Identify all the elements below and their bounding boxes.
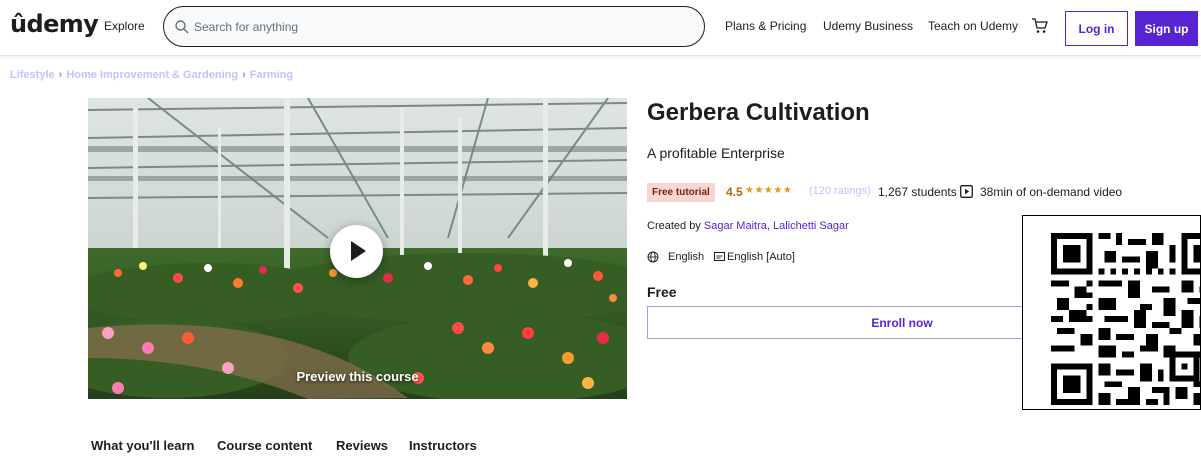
video-icon: [960, 185, 973, 198]
created-by-prefix: Created by: [647, 220, 701, 232]
video-duration: 38min of on-demand video: [980, 185, 1123, 199]
nav-plans-pricing[interactable]: Plans & Pricing: [725, 19, 806, 33]
cart-icon[interactable]: [1031, 17, 1049, 35]
closed-captions-icon: [714, 252, 725, 261]
search-input[interactable]: [194, 17, 674, 37]
created-by: Created by Sagar Maitra, Lalichetti Saga…: [647, 220, 849, 232]
breadcrumb-lifestyle[interactable]: Lifestyle: [10, 69, 55, 81]
tab-what-youll-learn[interactable]: What you'll learn: [91, 438, 195, 453]
tab-course-content[interactable]: Course content: [217, 438, 312, 453]
search-bar[interactable]: [163, 6, 705, 47]
caption-language: English [Auto]: [727, 251, 795, 263]
play-button[interactable]: [330, 225, 383, 278]
preview-course-label[interactable]: Preview this course: [88, 369, 627, 384]
breadcrumb: Lifestyle › Home Improvement & Gardening › F…: [10, 69, 293, 81]
tab-instructors[interactable]: Instructors: [409, 438, 477, 453]
course-title: Gerbera Cultivation: [647, 99, 870, 126]
chevron-right-icon: ›: [58, 69, 63, 81]
course-subtitle: A profitable Enterprise: [647, 145, 785, 161]
udemy-logo[interactable]: ûdemy: [10, 10, 99, 38]
top-navbar: ûdemy Explore Plans & Pricing Udemy Busi…: [0, 0, 1201, 56]
signup-button[interactable]: Sign up: [1135, 11, 1198, 46]
ratings-count-link[interactable]: (120 ratings): [809, 185, 871, 197]
search-icon[interactable]: [174, 19, 190, 35]
nav-teach-on-udemy[interactable]: Teach on Udemy: [928, 19, 1018, 33]
breadcrumb-home-improvement[interactable]: Home Improvement & Gardening: [66, 69, 238, 81]
rating-value: 4.5: [726, 185, 743, 199]
login-button[interactable]: Log in: [1065, 11, 1128, 46]
course-price: Free: [647, 284, 677, 300]
students-count: 1,267 students: [878, 185, 957, 199]
explore-link[interactable]: Explore: [104, 19, 145, 33]
globe-icon: [647, 251, 659, 263]
chevron-right-icon: ›: [242, 69, 246, 81]
play-icon: [351, 241, 366, 261]
qr-code-image: [1051, 233, 1200, 405]
qr-code: [1022, 215, 1201, 410]
star-rating-icon: ★★★★★: [745, 185, 793, 196]
tab-reviews[interactable]: Reviews: [336, 438, 388, 453]
breadcrumb-farming[interactable]: Farming: [250, 69, 293, 81]
free-tutorial-badge: Free tutorial: [647, 183, 715, 202]
course-language: English: [668, 251, 705, 263]
authors-link[interactable]: Sagar Maitra, Lalichetti Sagar: [704, 220, 849, 232]
nav-udemy-business[interactable]: Udemy Business: [823, 19, 913, 33]
course-preview[interactable]: Preview this course: [88, 98, 627, 399]
